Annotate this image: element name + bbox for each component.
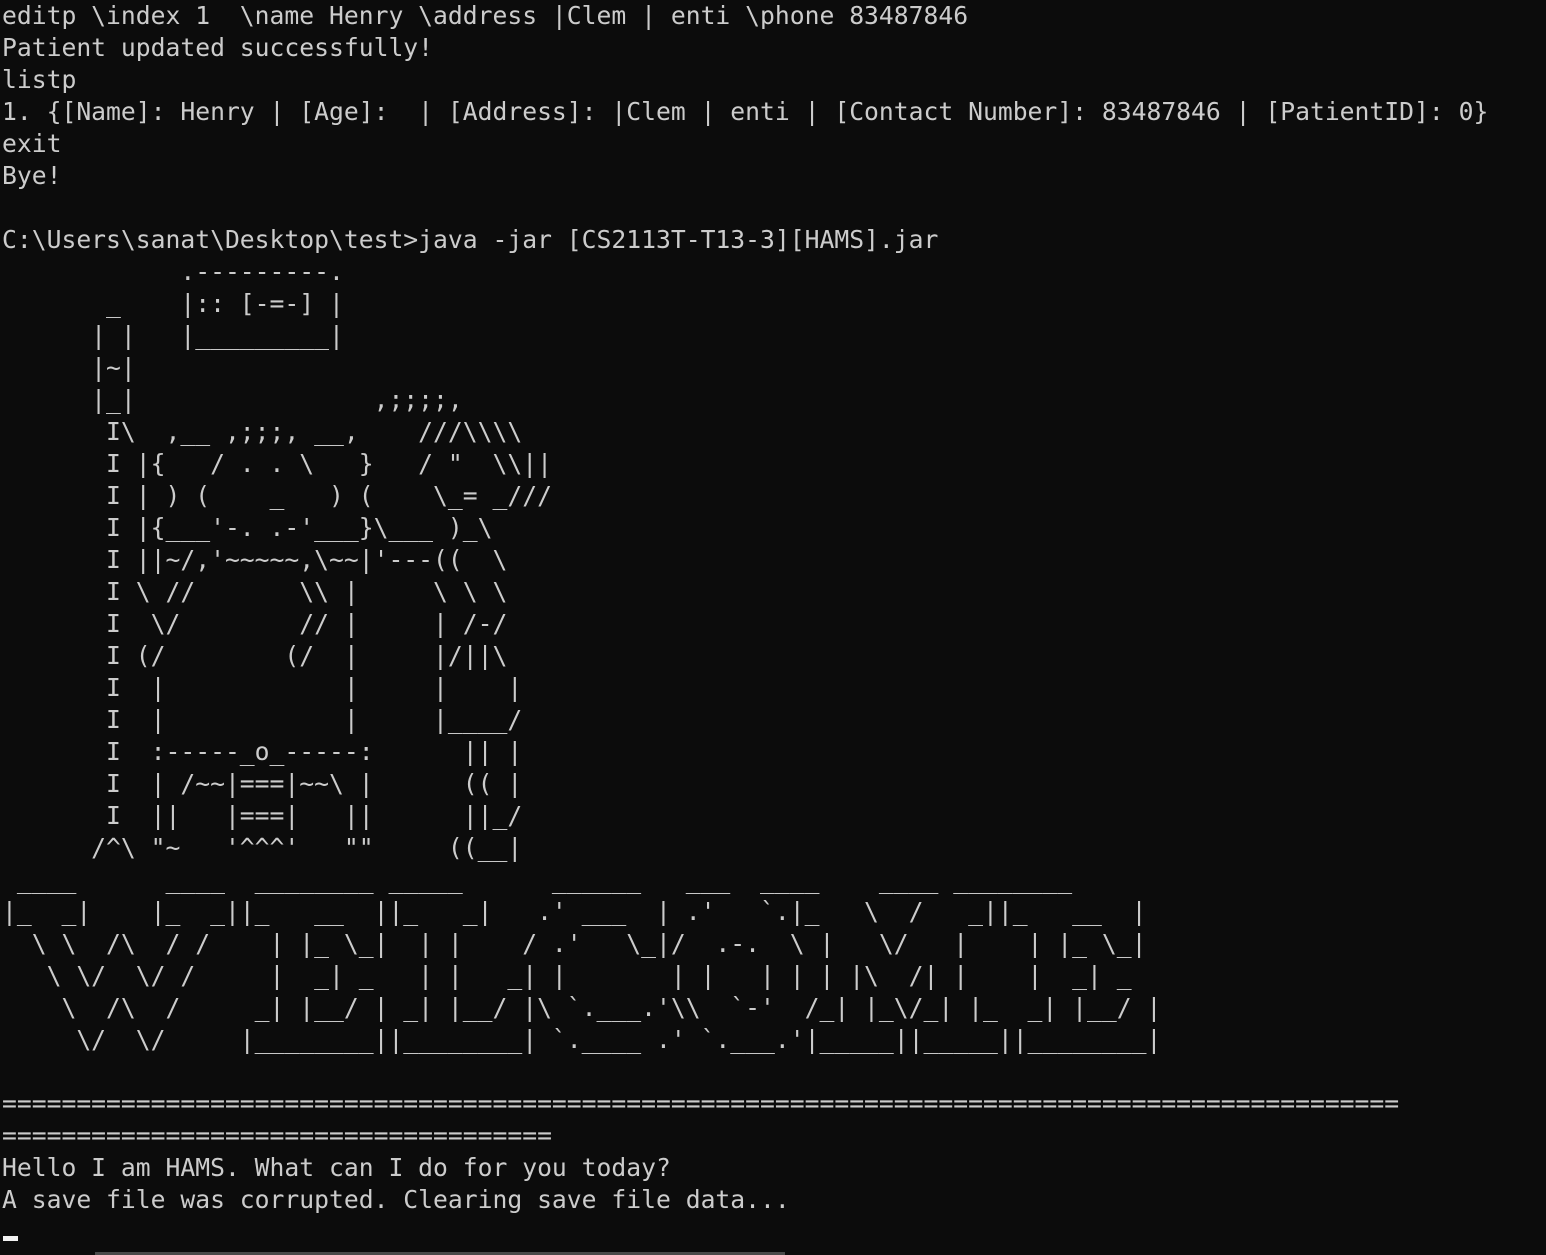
terminal-line: I | /~~|===|~~\ | (( | — [2, 769, 523, 798]
terminal-line: |_ _| |_ _||_ __ ||_ _| .' ___ | .' `.|_… — [2, 897, 1147, 926]
terminal-line: I \ // \\ | \ \ \ — [2, 577, 508, 606]
terminal-line: \/ \/ |________||________| `.____ .' `._… — [2, 1025, 1162, 1054]
terminal-line: I | | | | — [2, 673, 523, 702]
terminal-line: exit — [2, 129, 62, 158]
terminal-line: .---------. — [2, 257, 344, 286]
terminal-line: listp — [2, 65, 77, 94]
terminal-line: I |{ / . . \ } / " \\|| — [2, 449, 552, 478]
text-cursor — [3, 1236, 18, 1241]
terminal-line: ===================================== — [2, 1121, 552, 1150]
terminal-line: I (/ (/ | |/||\ — [2, 641, 508, 670]
terminal-line: ========================================… — [2, 1089, 1400, 1118]
terminal-line: \ \/ \/ / | _| _ | | _| | | | | | | |\ /… — [2, 961, 1132, 990]
terminal-line: Hello I am HAMS. What can I do for you t… — [2, 1153, 671, 1182]
terminal-line: I |{___'-. .-'___}\___ )_\ — [2, 513, 493, 542]
terminal-line: I \/ // | | /-/ — [2, 609, 508, 638]
terminal-line: 1. {[Name]: Henry | [Age]: | [Address]: … — [2, 97, 1489, 126]
terminal-window[interactable]: editp \index 1 \name Henry \address |Cle… — [2, 0, 1546, 1255]
terminal-line: |_| ,;;;;, — [2, 385, 463, 414]
terminal-line: I\ ,__ ,;;;, __, ///\\\\ — [2, 417, 523, 446]
terminal-line: I | | |____/ — [2, 705, 523, 734]
terminal-line: ____ ____ ________ _____ ______ ___ ____… — [2, 865, 1073, 894]
terminal-line: /^\ "~ '^^^' "" ((__| — [2, 833, 523, 862]
terminal-line: editp \index 1 \name Henry \address |Cle… — [2, 1, 969, 30]
terminal-line: Bye! — [2, 161, 62, 190]
terminal-line: \ \ /\ / / | |_ \_| | | / .' \_|/ .-. \ … — [2, 929, 1147, 958]
terminal-line: I || |===| || ||_/ — [2, 801, 523, 830]
terminal-line: A save file was corrupted. Clearing save… — [2, 1185, 790, 1214]
terminal-line: |~| — [2, 353, 136, 382]
terminal-line: _ |:: [-=-] | — [2, 289, 344, 318]
terminal-line: I | ) ( _ ) ( \_= _/// — [2, 481, 552, 510]
terminal-line: I :-----_o_-----: || | — [2, 737, 523, 766]
terminal-line: Patient updated successfully! — [2, 33, 434, 62]
terminal-line: I ||~/,'~~~~~,\~~|'---(( \ — [2, 545, 508, 574]
terminal-line: C:\Users\sanat\Desktop\test>java -jar [C… — [2, 225, 939, 254]
terminal-line: \ /\ / _| |__/ | _| |__/ |\ `.___.'\\ `-… — [2, 993, 1162, 1022]
terminal-line: | | |_________| — [2, 321, 344, 350]
terminal-output: editp \index 1 \name Henry \address |Cle… — [2, 0, 1546, 1216]
prompt-line[interactable] — [2, 1216, 1546, 1248]
